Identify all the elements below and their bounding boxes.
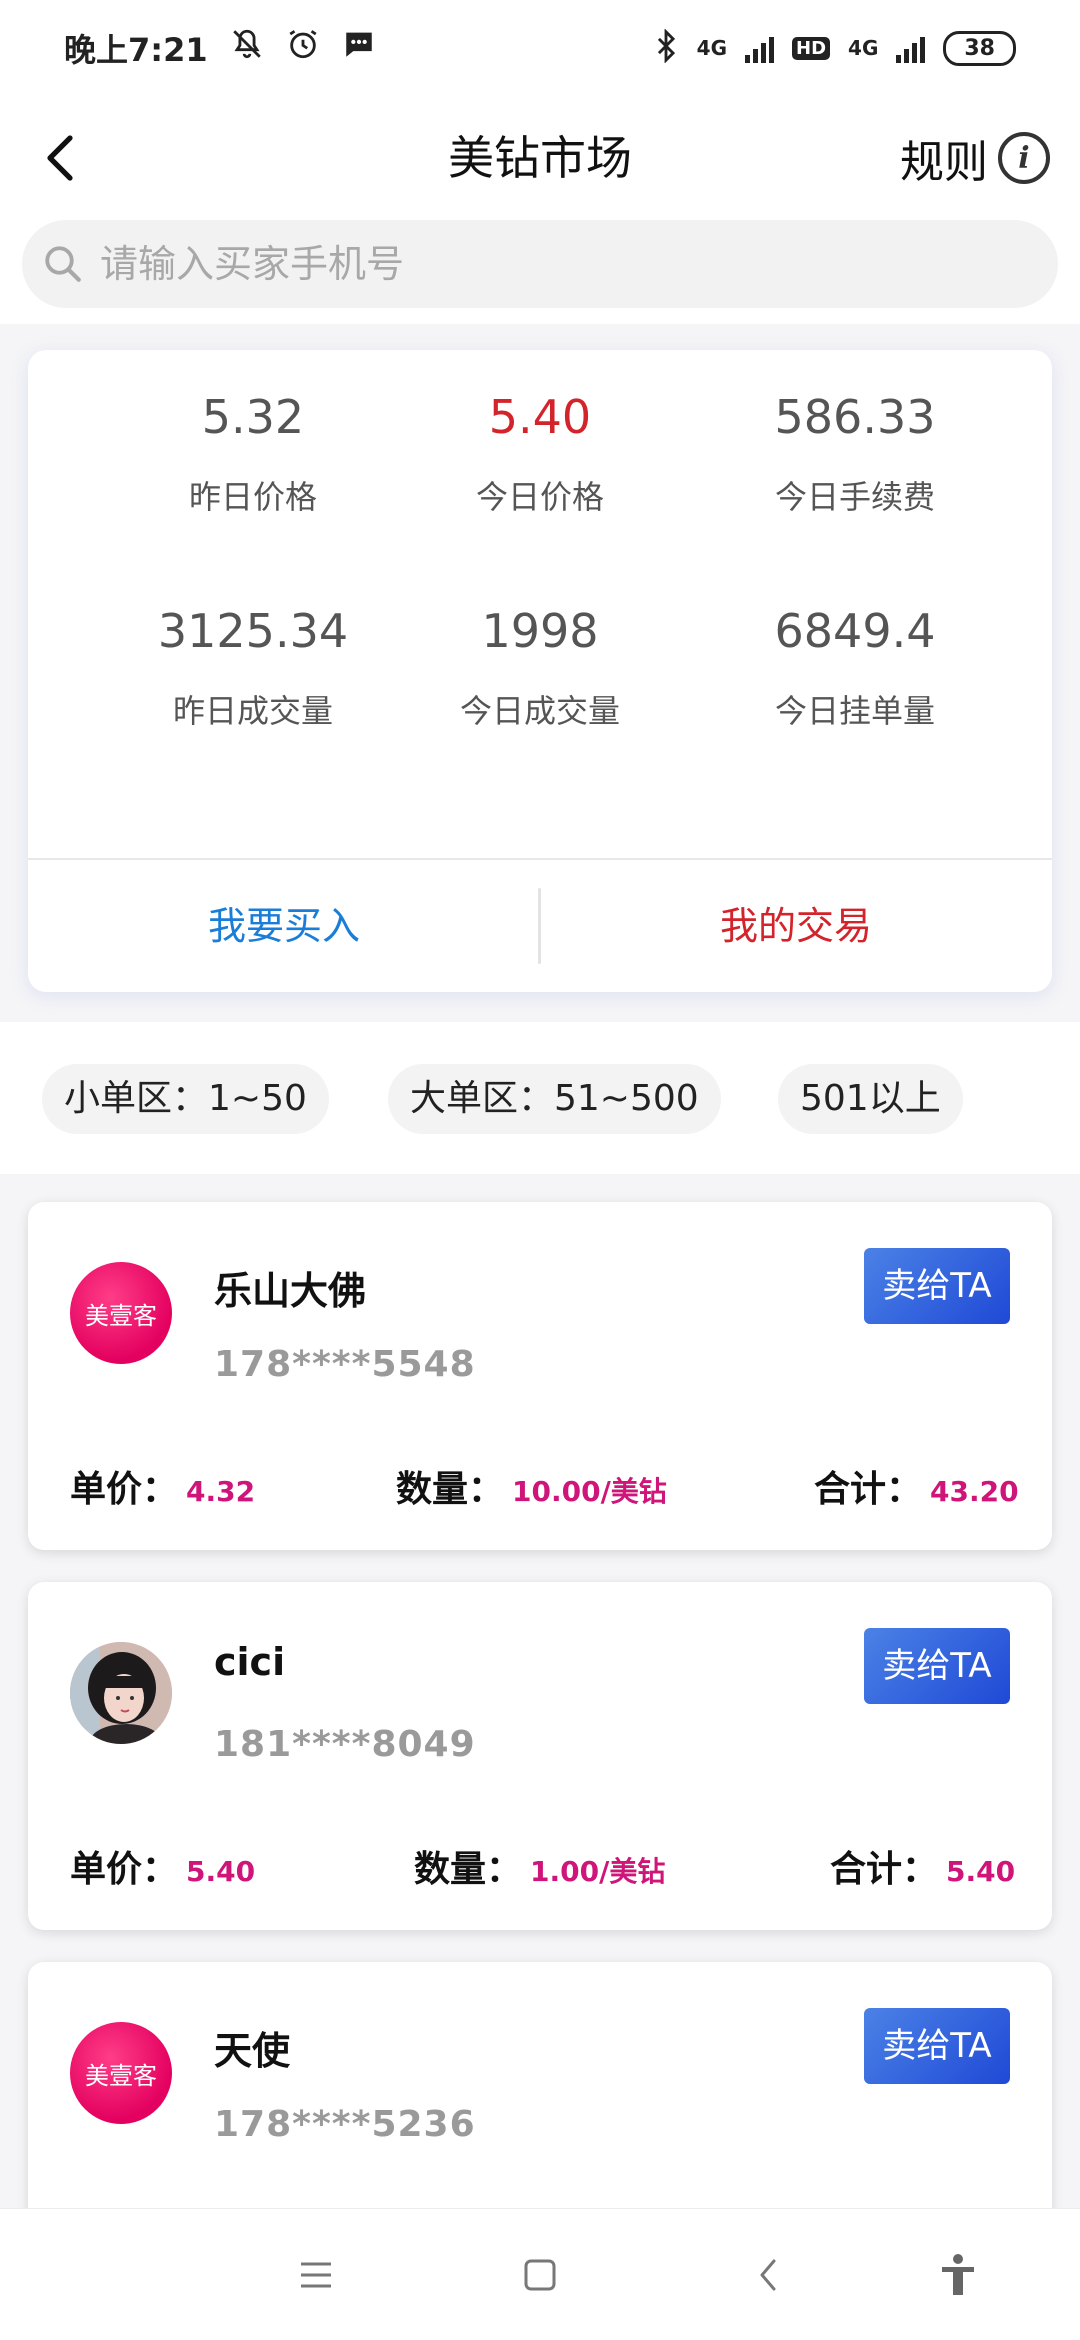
accessibility-icon: [942, 2254, 974, 2295]
stat-value: 5.40: [488, 390, 592, 444]
signal-icon: [896, 33, 926, 63]
stat-yesterday-price: 5.32 昨日价格: [96, 390, 410, 518]
mute-icon: [230, 27, 264, 69]
seller-phone: 181****8049: [214, 1724, 476, 1765]
stat-value: 5.32: [201, 390, 305, 444]
menu-icon: [301, 2262, 331, 2288]
unit-price: 单价： 4.32: [70, 1460, 255, 1512]
system-nav-bar: [0, 2208, 1080, 2340]
alarm-icon: [286, 27, 320, 69]
home-button[interactable]: [510, 2245, 570, 2305]
quantity-value: 10.00/美钻: [512, 1475, 667, 1508]
stat-label: 今日手续费: [774, 478, 935, 516]
quantity: 数量： 10.00/美钻: [396, 1460, 667, 1512]
total-value: 5.40: [946, 1855, 1016, 1888]
chevron-left-icon: [760, 2259, 776, 2291]
sell-to-button[interactable]: 卖给TA: [864, 1248, 1010, 1324]
sell-to-button[interactable]: 卖给TA: [864, 2008, 1010, 2084]
hd-badge: HD: [792, 36, 831, 60]
zone-small-tab[interactable]: 小单区：1~50: [42, 1064, 329, 1134]
total-label: 合计：: [830, 1849, 939, 1890]
square-icon: [524, 2259, 556, 2291]
quantity-value: 1.00/美钻: [530, 1855, 666, 1888]
seller-name: cici: [214, 1640, 286, 1684]
signal-icon: [745, 33, 775, 63]
back-button[interactable]: [28, 126, 92, 190]
total-value: 43.20: [930, 1475, 1019, 1508]
zone-xlarge-tab[interactable]: 501以上: [778, 1064, 963, 1134]
rules-label: 规则: [900, 137, 988, 188]
avatar-text: 美壹客: [85, 2061, 157, 2090]
app-header: 美钻市场 规则 i: [0, 96, 1080, 220]
unit-price-label: 单价：: [70, 1469, 179, 1510]
stat-today-fee: 586.33 今日手续费: [698, 390, 1012, 518]
stat-label: 今日成交量: [459, 692, 620, 730]
stat-label: 今日价格: [475, 478, 604, 516]
search-bar[interactable]: [22, 220, 1058, 308]
zone-large-tab[interactable]: 大单区：51~500: [388, 1064, 721, 1134]
battery-icon: 38: [943, 30, 1016, 66]
avatar: [70, 1642, 172, 1744]
stat-today-price: 5.40 今日价格: [383, 390, 697, 518]
order-card: cici 181****8049 卖给TA 单价： 5.40 数量： 1.00/…: [28, 1582, 1052, 1930]
unit-price: 单价： 5.40: [70, 1840, 255, 1892]
seller-name: 天使: [214, 2029, 291, 2073]
my-trades-button[interactable]: 我的交易: [540, 860, 1052, 992]
bluetooth-icon: [653, 27, 679, 68]
search-input[interactable]: [100, 242, 980, 286]
seller-phone: 178****5548: [214, 1344, 476, 1385]
stat-label: 今日挂单量: [774, 692, 935, 730]
total: 合计： 5.40: [830, 1840, 1015, 1892]
buy-button[interactable]: 我要买入: [28, 860, 540, 992]
status-bar: 晚上7:21 4G HD 4G 38: [0, 0, 1080, 96]
accessibility-button[interactable]: [928, 2245, 988, 2305]
sell-to-button[interactable]: 卖给TA: [864, 1628, 1010, 1704]
user-photo: [70, 1642, 172, 1744]
search-icon: [45, 246, 81, 282]
total: 合计： 43.20: [814, 1460, 1019, 1512]
message-icon: [342, 27, 376, 69]
search-section: [0, 220, 1080, 324]
market-stats-card: 5.32 昨日价格 5.40 今日价格 586.33 今日手续费 3125.34…: [28, 350, 1052, 992]
stat-value: 1998: [481, 604, 599, 658]
info-icon: i: [998, 132, 1050, 184]
rules-button[interactable]: 规则 i: [900, 122, 1050, 194]
unit-price-label: 单价：: [70, 1849, 179, 1890]
status-time: 晚上7:21: [64, 31, 208, 69]
menu-button[interactable]: [286, 2245, 346, 2305]
avatar-text: 美壹客: [85, 1301, 157, 1330]
seller-phone: 178****5236: [214, 2104, 476, 2145]
unit-price-value: 4.32: [186, 1475, 256, 1508]
stat-yesterday-volume: 3125.34 昨日成交量: [96, 604, 410, 732]
network-type-2: 4G: [848, 36, 879, 60]
nav-back-button[interactable]: [738, 2245, 798, 2305]
seller-name: 乐山大佛: [214, 1269, 367, 1313]
quantity-label: 数量：: [414, 1849, 523, 1890]
stat-label: 昨日价格: [188, 478, 317, 516]
stat-value: 586.33: [774, 390, 936, 444]
total-label: 合计：: [814, 1469, 923, 1510]
avatar: 美壹客: [70, 1262, 172, 1364]
stat-value: 3125.34: [157, 604, 349, 658]
chevron-left-icon: [47, 135, 73, 181]
quantity: 数量： 1.00/美钻: [414, 1840, 665, 1892]
network-type: 4G: [696, 36, 728, 60]
zone-filter-bar: 小单区：1~50 大单区：51~500 501以上: [0, 1022, 1080, 1174]
order-card: 美壹客 乐山大佛 178****5548 卖给TA 单价： 4.32 数量： 1…: [28, 1202, 1052, 1550]
avatar: 美壹客: [70, 2022, 172, 2124]
stat-value: 6849.4: [774, 604, 936, 658]
unit-price-value: 5.40: [186, 1855, 256, 1888]
stat-today-orders: 6849.4 今日挂单量: [698, 604, 1012, 732]
stat-label: 昨日成交量: [172, 692, 333, 730]
quantity-label: 数量：: [396, 1469, 505, 1510]
stat-today-volume: 1998 今日成交量: [383, 604, 697, 732]
